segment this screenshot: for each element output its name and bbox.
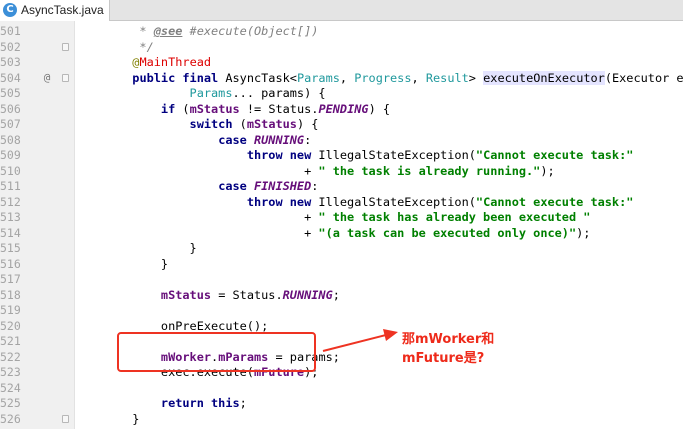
annotation-arrow xyxy=(322,329,398,352)
annotation-line-1: 那mWorker和 xyxy=(402,332,495,347)
annotation-line-2: mFuture是? xyxy=(402,351,485,366)
annotation-note: 那mWorker和 mFuture是? xyxy=(402,330,494,368)
